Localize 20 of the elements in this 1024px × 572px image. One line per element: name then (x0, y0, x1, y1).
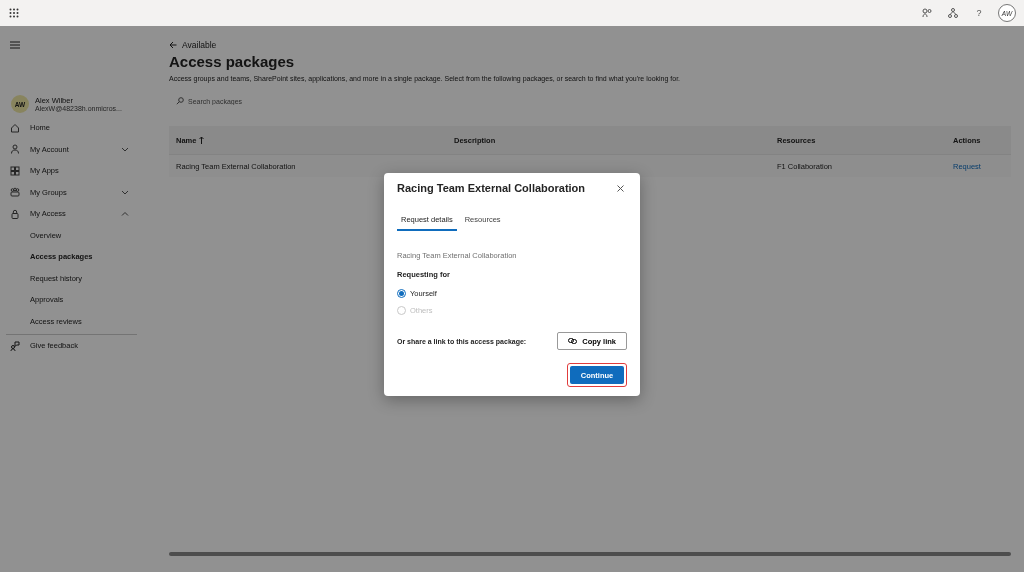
page-title: Access packages (169, 53, 296, 70)
menu-icon (10, 41, 20, 49)
back-link[interactable]: Available (169, 39, 1011, 51)
close-icon (617, 184, 624, 192)
home-icon (10, 122, 20, 133)
arrow-left-icon (169, 41, 177, 49)
lock-icon (10, 208, 20, 219)
feedback-icon (10, 340, 20, 351)
apps-icon (10, 165, 20, 176)
dialog-title: Racing Team External Collaboration (397, 182, 586, 194)
app-launcher-icon (9, 8, 19, 18)
people-icon (922, 8, 932, 18)
radio-button[interactable] (397, 289, 406, 298)
help-icon[interactable]: ? (976, 8, 982, 18)
org-chart-icon (948, 8, 958, 18)
person-icon (10, 144, 20, 155)
link-icon (568, 338, 578, 344)
search-icon (176, 97, 184, 105)
group-icon (10, 187, 20, 198)
horizontal-scrollbar[interactable] (169, 551, 1011, 557)
